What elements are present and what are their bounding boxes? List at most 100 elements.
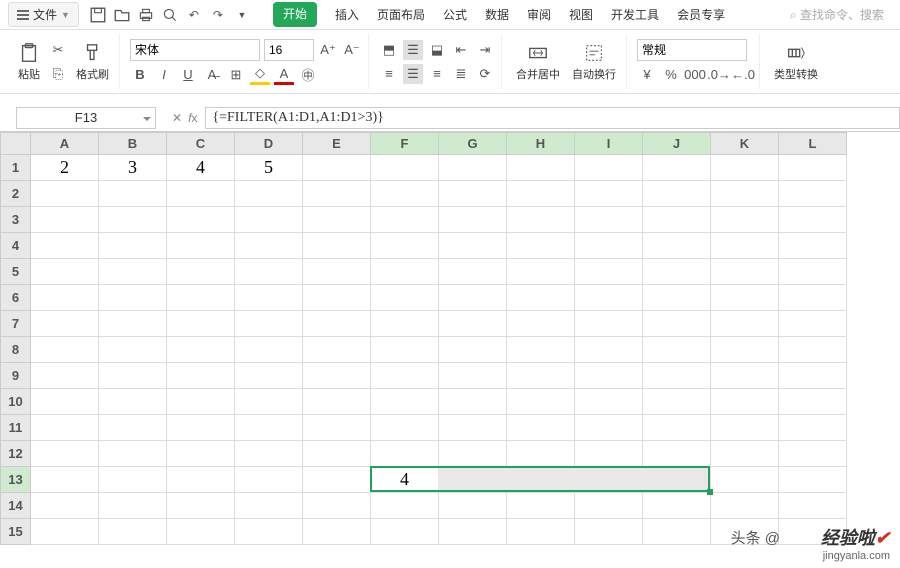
row-header-8[interactable]: 8	[1, 337, 31, 363]
font-name-select[interactable]	[130, 39, 260, 61]
cell-B10[interactable]	[99, 389, 167, 415]
align-middle-icon[interactable]: ☰	[403, 40, 423, 60]
cell-E1[interactable]	[303, 155, 371, 181]
cell-J5[interactable]	[643, 259, 711, 285]
cell-C14[interactable]	[167, 493, 235, 519]
cell-L9[interactable]	[779, 363, 847, 389]
align-bottom-icon[interactable]: ⬓	[427, 40, 447, 60]
cell-H5[interactable]	[507, 259, 575, 285]
cell-F1[interactable]	[371, 155, 439, 181]
cell-G3[interactable]	[439, 207, 507, 233]
redo-icon[interactable]: ↷	[209, 6, 227, 24]
cell-C13[interactable]	[167, 467, 235, 493]
cell-H6[interactable]	[507, 285, 575, 311]
row-header-2[interactable]: 2	[1, 181, 31, 207]
cell-E12[interactable]	[303, 441, 371, 467]
cell-L1[interactable]	[779, 155, 847, 181]
cell-A15[interactable]	[31, 519, 99, 545]
cell-L12[interactable]	[779, 441, 847, 467]
row-header-14[interactable]: 14	[1, 493, 31, 519]
cell-C10[interactable]	[167, 389, 235, 415]
cell-C12[interactable]	[167, 441, 235, 467]
cell-H3[interactable]	[507, 207, 575, 233]
cell-I8[interactable]	[575, 337, 643, 363]
cell-A4[interactable]	[31, 233, 99, 259]
cell-C5[interactable]	[167, 259, 235, 285]
cell-G8[interactable]	[439, 337, 507, 363]
cell-D8[interactable]	[235, 337, 303, 363]
cell-B3[interactable]	[99, 207, 167, 233]
cell-J8[interactable]	[643, 337, 711, 363]
cell-F4[interactable]	[371, 233, 439, 259]
cell-F8[interactable]	[371, 337, 439, 363]
cell-A3[interactable]	[31, 207, 99, 233]
col-header-I[interactable]: I	[575, 133, 643, 155]
bold-button[interactable]: B	[130, 65, 150, 85]
cell-D14[interactable]	[235, 493, 303, 519]
cell-B1[interactable]: 3	[99, 155, 167, 181]
row-header-3[interactable]: 3	[1, 207, 31, 233]
wrap-text-button[interactable]: 自动换行	[568, 40, 620, 84]
justify-icon[interactable]: ≣	[451, 64, 471, 84]
cell-C15[interactable]	[167, 519, 235, 545]
cell-H8[interactable]	[507, 337, 575, 363]
col-header-E[interactable]: E	[303, 133, 371, 155]
cell-H1[interactable]	[507, 155, 575, 181]
cell-I3[interactable]	[575, 207, 643, 233]
cell-L5[interactable]	[779, 259, 847, 285]
cell-B9[interactable]	[99, 363, 167, 389]
cancel-icon[interactable]: ✕	[172, 111, 182, 125]
align-right-icon[interactable]: ≡	[427, 64, 447, 84]
cell-L13[interactable]	[779, 467, 847, 493]
cell-F13[interactable]: 4	[371, 467, 439, 493]
cell-B11[interactable]	[99, 415, 167, 441]
cell-I1[interactable]	[575, 155, 643, 181]
cell-J15[interactable]	[643, 519, 711, 545]
cell-J3[interactable]	[643, 207, 711, 233]
strikethrough-button[interactable]: A̶	[202, 65, 222, 85]
cell-J9[interactable]	[643, 363, 711, 389]
cell-G4[interactable]	[439, 233, 507, 259]
row-header-7[interactable]: 7	[1, 311, 31, 337]
cell-H7[interactable]	[507, 311, 575, 337]
cell-H15[interactable]	[507, 519, 575, 545]
row-header-15[interactable]: 15	[1, 519, 31, 545]
cell-H4[interactable]	[507, 233, 575, 259]
col-header-G[interactable]: G	[439, 133, 507, 155]
cell-F5[interactable]	[371, 259, 439, 285]
border-button[interactable]: ⊞	[226, 65, 246, 85]
cell-E5[interactable]	[303, 259, 371, 285]
cell-D9[interactable]	[235, 363, 303, 389]
row-header-11[interactable]: 11	[1, 415, 31, 441]
cell-K6[interactable]	[711, 285, 779, 311]
orientation-icon[interactable]: ⟳	[475, 64, 495, 84]
cell-J14[interactable]	[643, 493, 711, 519]
cell-J1[interactable]	[643, 155, 711, 181]
cell-H11[interactable]	[507, 415, 575, 441]
cell-B4[interactable]	[99, 233, 167, 259]
col-header-A[interactable]: A	[31, 133, 99, 155]
tab-formula[interactable]: 公式	[443, 2, 467, 27]
copy-icon[interactable]: ⎘	[48, 64, 68, 84]
cell-I13[interactable]: #N/A	[575, 467, 643, 493]
cell-I5[interactable]	[575, 259, 643, 285]
cell-H9[interactable]	[507, 363, 575, 389]
col-header-F[interactable]: F	[371, 133, 439, 155]
cell-L3[interactable]	[779, 207, 847, 233]
cell-C3[interactable]	[167, 207, 235, 233]
col-header-D[interactable]: D	[235, 133, 303, 155]
cell-G11[interactable]	[439, 415, 507, 441]
cell-E2[interactable]	[303, 181, 371, 207]
tab-data[interactable]: 数据	[485, 2, 509, 27]
cell-K1[interactable]	[711, 155, 779, 181]
cell-K3[interactable]	[711, 207, 779, 233]
cell-G12[interactable]	[439, 441, 507, 467]
cell-D2[interactable]	[235, 181, 303, 207]
cell-C6[interactable]	[167, 285, 235, 311]
cell-C8[interactable]	[167, 337, 235, 363]
cell-B13[interactable]	[99, 467, 167, 493]
cell-J6[interactable]	[643, 285, 711, 311]
cell-J12[interactable]	[643, 441, 711, 467]
fill-color-button[interactable]: ◇	[250, 65, 270, 85]
cell-D10[interactable]	[235, 389, 303, 415]
